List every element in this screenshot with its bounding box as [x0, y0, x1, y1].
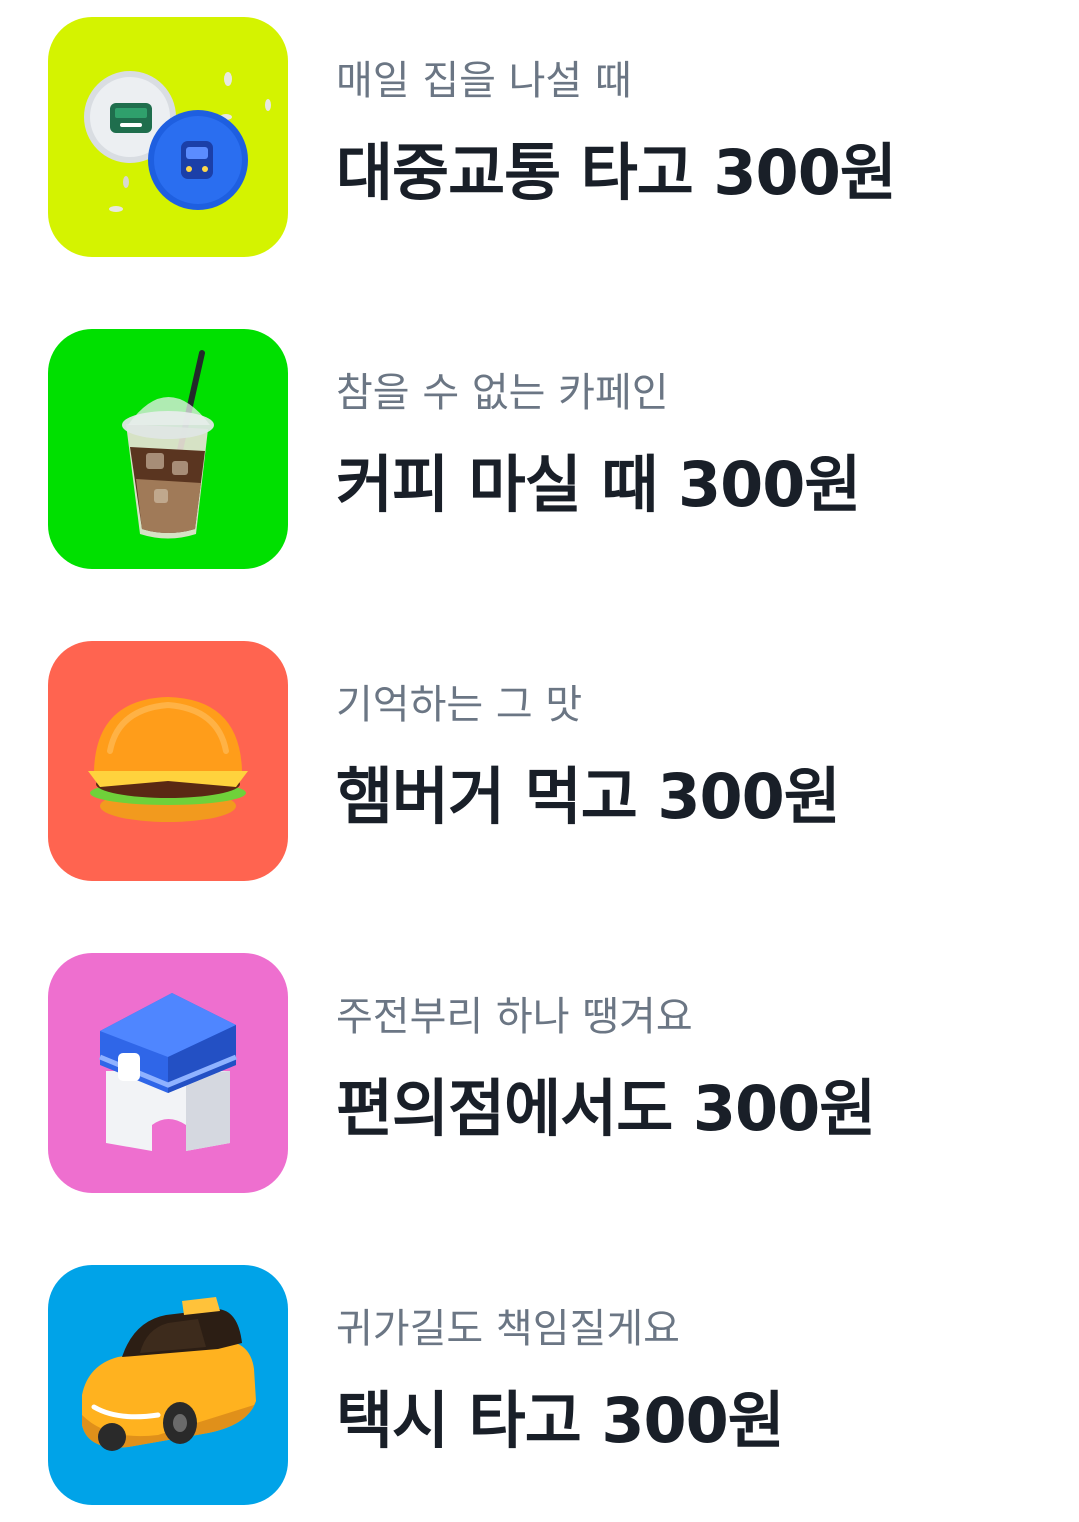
tile-taxi	[48, 1265, 288, 1505]
item-subtitle: 기억하는 그 맛	[336, 682, 583, 728]
transit-icon	[84, 71, 271, 212]
item-title: 햄버거 먹고 300원	[336, 760, 841, 833]
tile-hamburger	[48, 641, 288, 881]
tile-transit	[48, 17, 288, 257]
list-item-transit[interactable]: 매일 집을 나설 때 대중교통 타고 300원	[48, 17, 1028, 257]
iced-coffee-icon	[122, 350, 214, 539]
convenience-store-icon	[99, 993, 237, 1151]
item-subtitle: 주전부리 하나 땡겨요	[336, 994, 693, 1040]
tile-convenience-store	[48, 953, 288, 1193]
item-title: 대중교통 타고 300원	[336, 136, 897, 209]
taxi-icon	[82, 1297, 256, 1451]
item-title: 커피 마실 때 300원	[336, 448, 861, 521]
list-item-convenience-store[interactable]: 주전부리 하나 땡겨요 편의점에서도 300원	[48, 953, 1028, 1193]
item-subtitle: 참을 수 없는 카페인	[336, 370, 669, 416]
list-item-coffee[interactable]: 참을 수 없는 카페인 커피 마실 때 300원	[48, 329, 1028, 569]
item-subtitle: 귀가길도 책임질게요	[336, 1306, 680, 1352]
item-subtitle: 매일 집을 나설 때	[336, 58, 632, 104]
item-title: 편의점에서도 300원	[336, 1072, 876, 1145]
hamburger-icon	[88, 697, 248, 822]
item-title: 택시 타고 300원	[336, 1384, 785, 1457]
list-item-taxi[interactable]: 귀가길도 책임질게요 택시 타고 300원	[48, 1265, 1028, 1505]
list-item-hamburger[interactable]: 기억하는 그 맛 햄버거 먹고 300원	[48, 641, 1028, 881]
tile-coffee	[48, 329, 288, 569]
